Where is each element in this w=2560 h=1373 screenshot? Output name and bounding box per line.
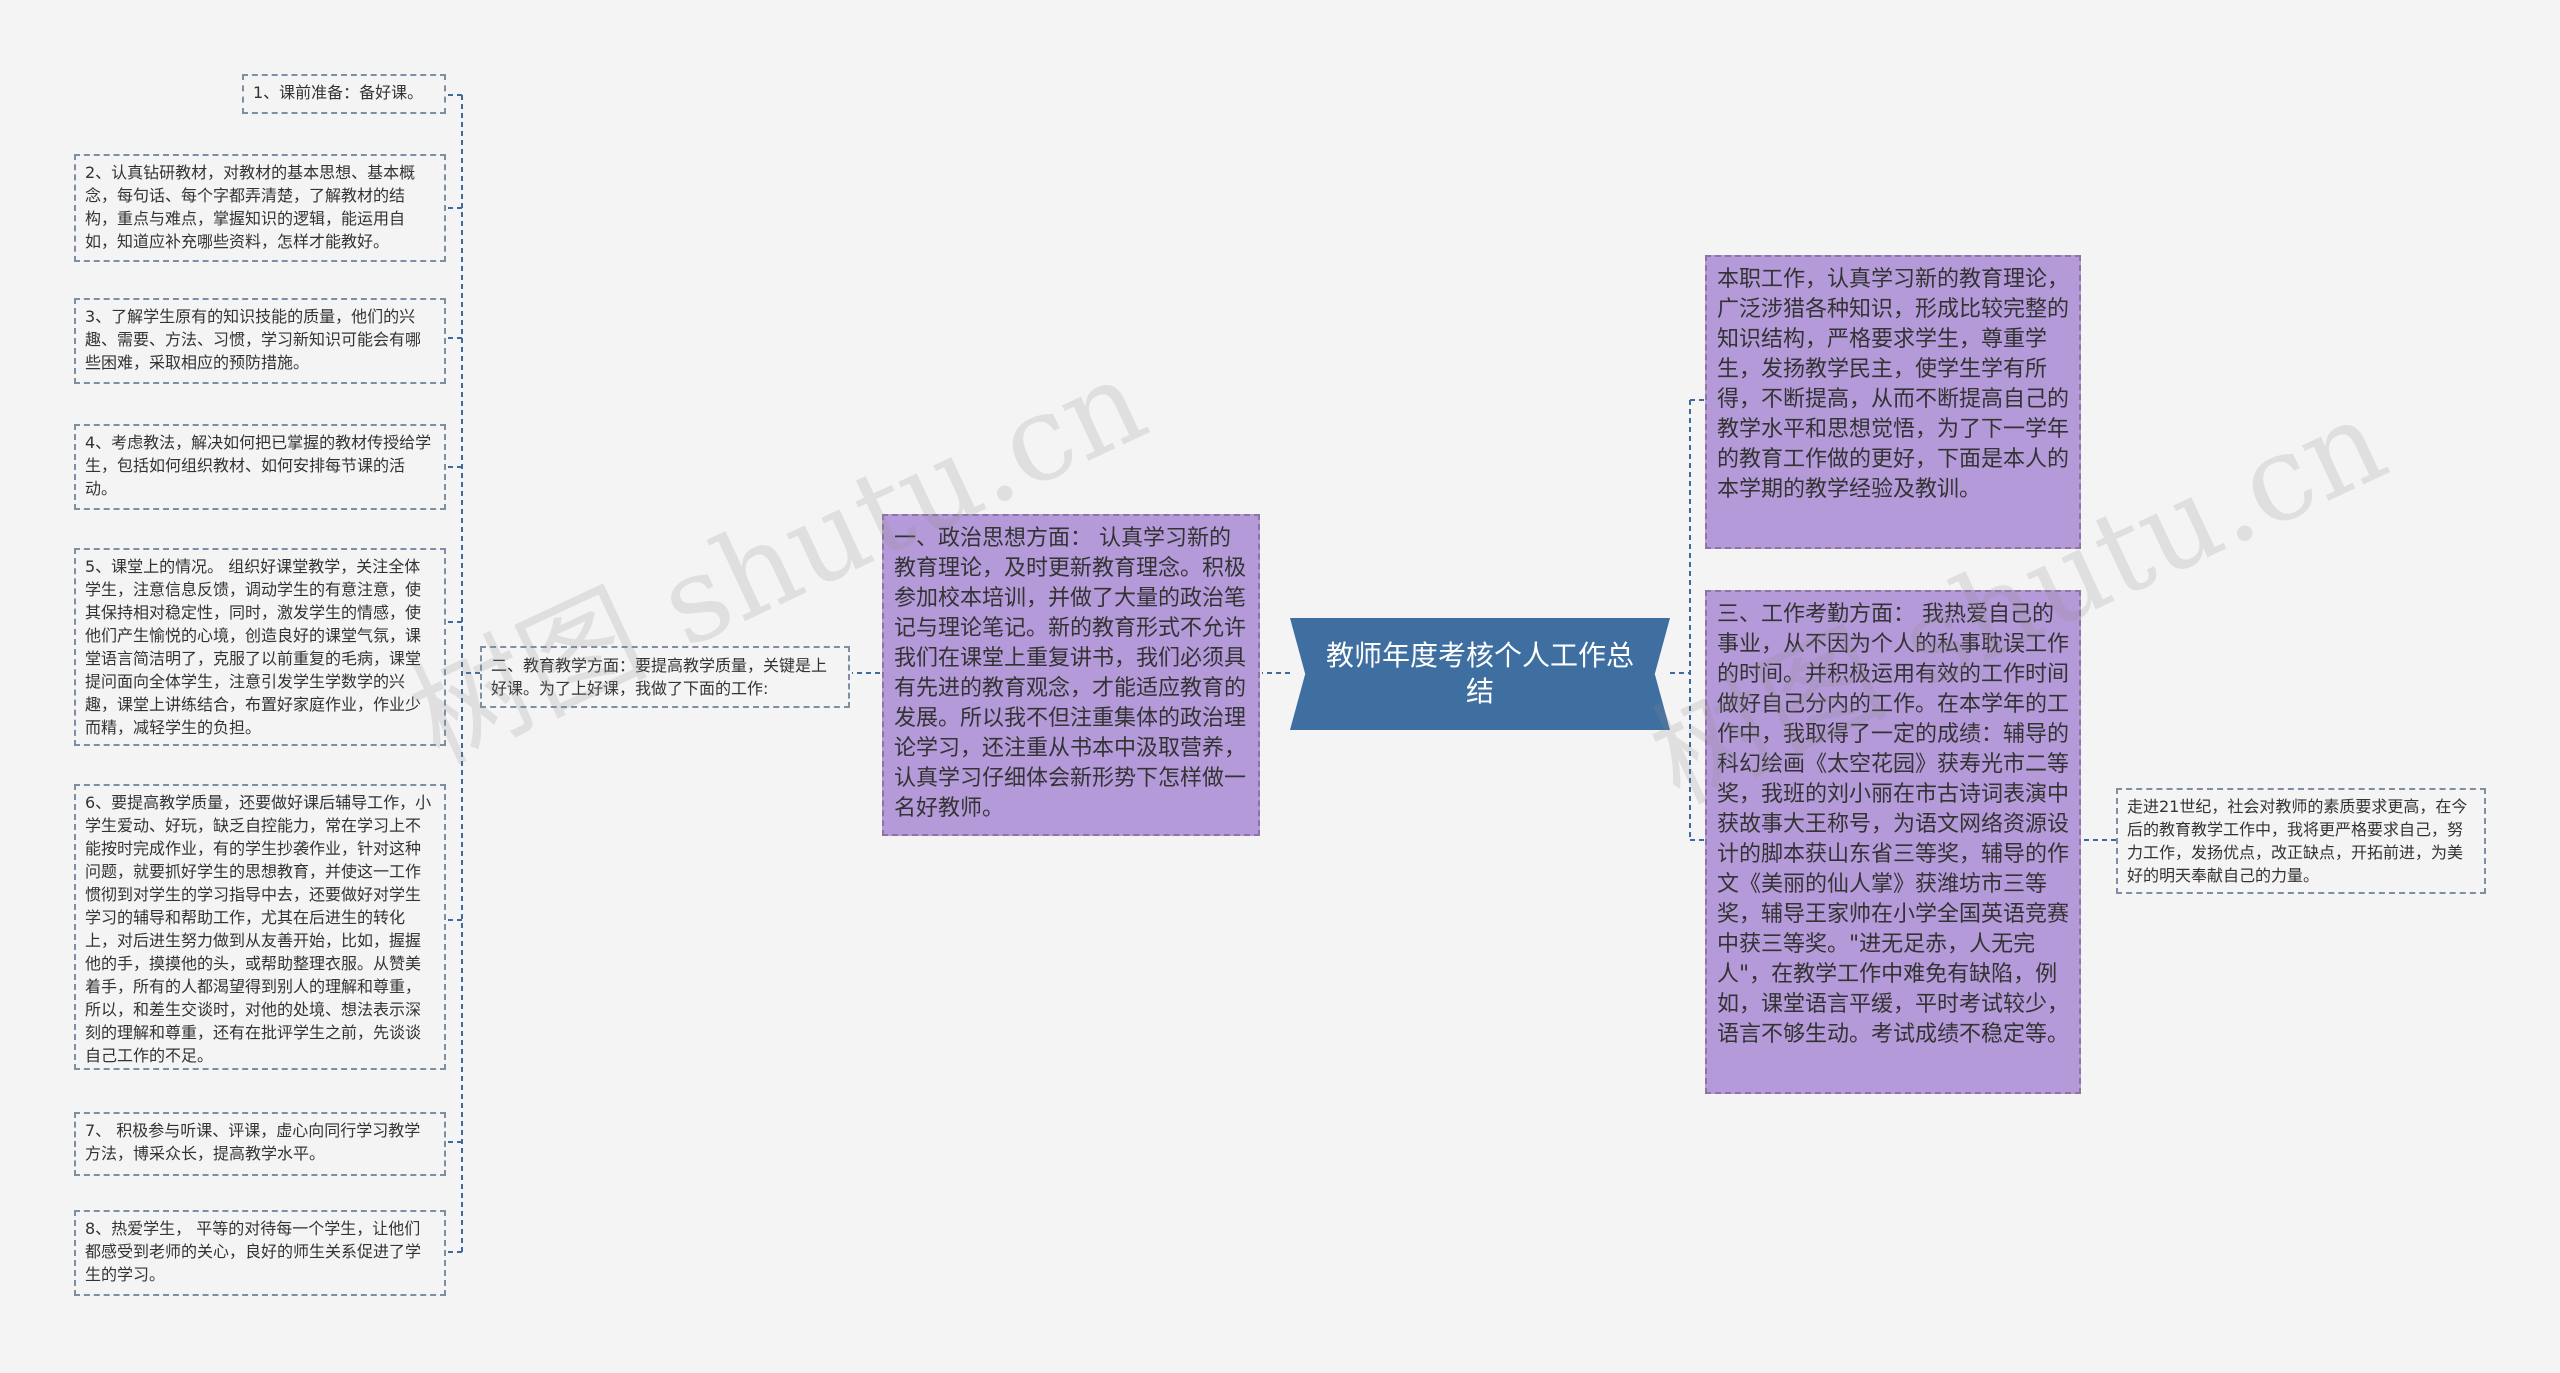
leaf-item-8[interactable]: 8、热爱学生， 平等的对待每一个学生，让他们都感受到老师的关心，良好的师生关系促… xyxy=(74,1210,446,1296)
leaf-item-2[interactable]: 2、认真钻研教材，对教材的基本思想、基本概念，每句话、每个字都弄清楚，了解教材的… xyxy=(74,154,446,262)
mindmap-canvas: 教师年度考核个人工作总结 一、政治思想方面： 认真学习新的教育理论，及时更新教育… xyxy=(0,0,2560,1373)
topic-intro[interactable]: 本职工作，认真学习新的教育理论，广泛涉猎各种知识，形成比较完整的知识结构，严格要… xyxy=(1705,255,2081,549)
leaf-future[interactable]: 走进21世纪，社会对教师的素质要求更高，在今后的教育教学工作中，我将更严格要求自… xyxy=(2116,788,2486,894)
connector-root-right xyxy=(1670,399,1705,841)
topic-teaching-text: 二、教育教学方面：要提高教学质量，关键是上好课。为了上好课，我做了下面的工作: xyxy=(491,656,828,698)
leaf-item-5[interactable]: 5、课堂上的情况。 组织好课堂教学，关注全体学生，注意信息反馈，调动学生的有意注… xyxy=(74,548,446,746)
topic-attendance-text: 三、工作考勤方面： 我热爱自己的事业，从不因为个人的私事耽误工作的时间。并积极运… xyxy=(1717,602,2070,1047)
topic-intro-text: 本职工作，认真学习新的教育理论，广泛涉猎各种知识，形成比较完整的知识结构，严格要… xyxy=(1717,267,2070,502)
topic-politics[interactable]: 一、政治思想方面： 认真学习新的教育理论，及时更新教育理念。积极参加校本培训，并… xyxy=(882,514,1260,836)
topic-teaching[interactable]: 二、教育教学方面：要提高教学质量，关键是上好课。为了上好课，我做了下面的工作: xyxy=(480,646,850,708)
leaf-item-5-text: 5、课堂上的情况。 组织好课堂教学，关注全体学生，注意信息反馈，调动学生的有意注… xyxy=(85,557,422,737)
connector-sub-leaves xyxy=(446,94,480,1253)
root-topic-label: 教师年度考核个人工作总结 xyxy=(1325,639,1634,708)
root-topic[interactable]: 教师年度考核个人工作总结 xyxy=(1290,618,1670,730)
leaf-item-2-text: 2、认真钻研教材，对教材的基本思想、基本概念，每句话、每个字都弄清楚，了解教材的… xyxy=(85,163,416,251)
leaf-item-6-text: 6、要提高教学质量，还要做好课后辅导工作，小学生爱动、好玩，缺乏自控能力，常在学… xyxy=(85,793,432,1065)
leaf-item-3-text: 3、了解学生原有的知识技能的质量，他们的兴趣、需要、方法、习惯，学习新知识可能会… xyxy=(85,307,422,372)
leaf-item-6[interactable]: 6、要提高教学质量，还要做好课后辅导工作，小学生爱动、好玩，缺乏自控能力，常在学… xyxy=(74,784,446,1070)
leaf-item-1[interactable]: 1、课前准备：备好课。 xyxy=(242,74,446,114)
leaf-item-3[interactable]: 3、了解学生原有的知识技能的质量，他们的兴趣、需要、方法、习惯，学习新知识可能会… xyxy=(74,298,446,384)
leaf-item-7[interactable]: 7、 积极参与听课、评课，虚心向同行学习教学方法，博采众长，提高教学水平。 xyxy=(74,1112,446,1176)
leaf-item-4[interactable]: 4、考虑教法，解决如何把已掌握的教材传授给学生，包括如何组织教材、如何安排每节课… xyxy=(74,424,446,510)
leaf-item-4-text: 4、考虑教法，解决如何把已掌握的教材传授给学生，包括如何组织教材、如何安排每节课… xyxy=(85,433,432,498)
leaf-item-1-text: 1、课前准备：备好课。 xyxy=(253,83,424,102)
leaf-item-7-text: 7、 积极参与听课、评课，虚心向同行学习教学方法，博采众长，提高教学水平。 xyxy=(85,1121,421,1163)
leaf-future-text: 走进21世纪，社会对教师的素质要求更高，在今后的教育教学工作中，我将更严格要求自… xyxy=(2127,797,2468,885)
topic-politics-text: 一、政治思想方面： 认真学习新的教育理论，及时更新教育理念。积极参加校本培训，并… xyxy=(894,526,1247,821)
topic-attendance[interactable]: 三、工作考勤方面： 我热爱自己的事业，从不因为个人的私事耽误工作的时间。并积极运… xyxy=(1705,590,2081,1094)
leaf-item-8-text: 8、热爱学生， 平等的对待每一个学生，让他们都感受到老师的关心，良好的师生关系促… xyxy=(85,1219,422,1284)
